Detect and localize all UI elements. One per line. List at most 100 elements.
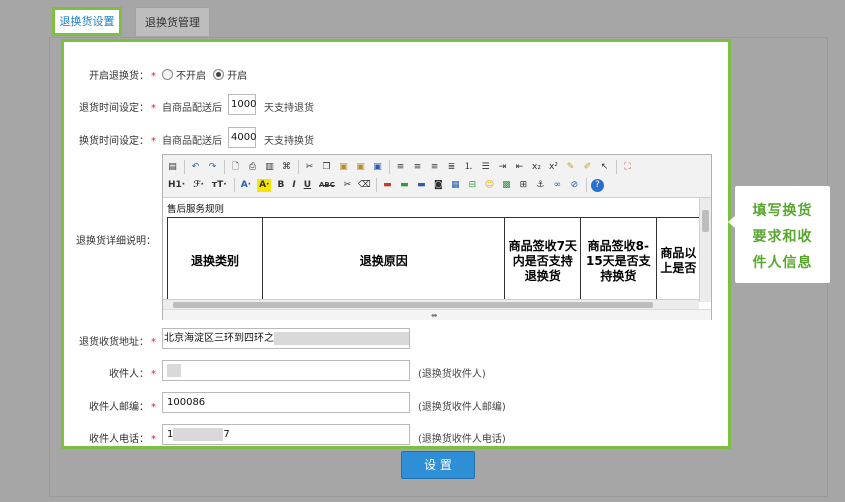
indent-icon[interactable]: ⇥ — [496, 161, 509, 174]
radio-disable[interactable] — [162, 69, 173, 80]
zipcode-hint: (退换货收件人邮编) — [418, 402, 506, 413]
enable-label-text: 开启退换货： — [89, 71, 149, 82]
template-icon[interactable]: ▥ — [263, 161, 276, 174]
font-size-dropdown[interactable]: тT· — [210, 179, 229, 192]
return-days-prefix: 自商品配送后 — [162, 103, 222, 114]
unlink-icon[interactable]: ⊘ — [568, 179, 581, 192]
align-center-icon[interactable]: ≡ — [411, 161, 424, 174]
bold-button[interactable]: B — [275, 179, 286, 192]
strikethrough-button[interactable]: ABC — [317, 179, 337, 192]
cursor-icon[interactable]: ↖ — [598, 161, 611, 174]
resize-grip-icon[interactable]: ⬌ — [431, 311, 438, 320]
help-icon[interactable]: ? — [590, 178, 604, 192]
toolbar-row-2: H1· ℱ· тT· A· A· B I U ABC ✂ ⌫ ▬ ▬ ▬ ◙ ▦… — [166, 176, 608, 194]
required-mark: * — [151, 103, 156, 114]
hr-icon[interactable]: ⊟ — [466, 179, 479, 192]
toolbar-separator — [298, 160, 299, 174]
preview-icon[interactable]: 🗋 — [229, 161, 242, 174]
paste-text-icon[interactable]: ▣ — [354, 161, 367, 174]
media-icon[interactable]: ◙ — [432, 179, 445, 192]
table-icon[interactable]: ▦ — [449, 179, 462, 192]
undo-icon[interactable]: ↶ — [189, 161, 202, 174]
source-icon[interactable]: ▤ — [166, 161, 179, 174]
align-justify-icon[interactable]: ≣ — [445, 161, 458, 174]
paste-icon[interactable]: ▣ — [337, 161, 350, 174]
zipcode-input[interactable]: 100086 — [162, 392, 410, 413]
editor-content[interactable]: 售后服务规则 退换类别 退换原因 商品签收7天内是否支持退换货 商品签收8-15… — [167, 199, 701, 299]
enable-label: 开启退换货： * — [64, 67, 156, 82]
exchange-days-input[interactable]: 4000 — [228, 127, 256, 148]
callout-line: 件人信息 — [752, 255, 813, 271]
clear-format-icon[interactable]: ✎ — [564, 161, 577, 174]
image-icon[interactable]: ▬ — [381, 179, 394, 192]
copy-icon[interactable]: ❐ — [320, 161, 333, 174]
anchor-icon[interactable]: ⚓ — [534, 179, 547, 192]
paste-word-icon[interactable]: ▣ — [371, 161, 384, 174]
redo-icon[interactable]: ↷ — [206, 161, 219, 174]
editor-vertical-scrollbar[interactable] — [699, 198, 711, 302]
ordered-list-icon[interactable]: ⒈ — [462, 161, 475, 174]
heading-dropdown[interactable]: H1· — [166, 179, 187, 192]
fullscreen-icon[interactable]: ⛶ — [621, 161, 634, 174]
zipcode-label-text: 收件人邮编： — [89, 402, 149, 413]
flash-icon[interactable]: ▬ — [415, 179, 428, 192]
align-right-icon[interactable]: ≡ — [428, 161, 441, 174]
print-icon[interactable]: ⎙ — [246, 161, 259, 174]
select-all-icon[interactable]: ✐ — [581, 161, 594, 174]
required-mark: * — [151, 337, 156, 348]
exchange-days-label: 换货时间设定： * — [64, 132, 156, 147]
italic-button[interactable]: I — [290, 179, 297, 192]
exchange-days-suffix: 天支持换货 — [264, 136, 314, 147]
editor-resize-handle[interactable]: ⬌ — [163, 309, 711, 320]
pagebreak-icon[interactable]: ⊞ — [517, 179, 530, 192]
align-left-icon[interactable]: ≡ — [394, 161, 407, 174]
scroll-thumb[interactable] — [702, 210, 709, 232]
rules-header-category: 退换类别 — [167, 217, 264, 299]
return-days-label-text: 退货时间设定： — [79, 103, 149, 114]
phone-hint: (退换货收件人电话) — [418, 434, 506, 445]
link-icon[interactable]: ∞ — [551, 179, 564, 192]
address-input[interactable]: 北京海淀区三环到四环之 1 — [162, 328, 410, 349]
receiver-label: 收件人： * — [64, 365, 156, 380]
editor-toolbar: ▤ ↶ ↷ 🗋 ⎙ ▥ ⌘ ✂ ❐ ▣ ▣ ▣ ≡ ≡ ≡ ≣ ⒈ ☰ ⇥ ⇤ … — [163, 155, 711, 198]
toolbar-separator — [375, 178, 377, 192]
tab-return-management[interactable]: 退换货管理 — [135, 7, 210, 36]
emoticon-icon[interactable]: ☺ — [483, 179, 496, 192]
rich-text-editor[interactable]: ▤ ↶ ↷ 🗋 ⎙ ▥ ⌘ ✂ ❐ ▣ ▣ ▣ ≡ ≡ ≡ ≣ ⒈ ☰ ⇥ ⇤ … — [162, 154, 712, 320]
zipcode-label: 收件人邮编： * — [64, 398, 156, 413]
font-family-dropdown[interactable]: ℱ· — [191, 179, 206, 192]
enable-radio-group: 不开启 开启 — [162, 67, 247, 82]
eraser-icon[interactable]: ⌫ — [358, 179, 371, 192]
tab-return-settings[interactable]: 退换货设置 — [52, 7, 122, 36]
radio-enable-label[interactable]: 开启 — [227, 71, 247, 82]
format-painter-icon[interactable]: ✂ — [341, 179, 354, 192]
code-icon[interactable]: ⌘ — [280, 161, 293, 174]
phone-input[interactable]: 17 — [162, 424, 410, 445]
toolbar-separator — [224, 160, 225, 174]
instruction-callout: 填写换货 要求和收 件人信息 — [728, 186, 830, 283]
superscript-icon[interactable]: x² — [547, 161, 560, 174]
unordered-list-icon[interactable]: ☰ — [479, 161, 492, 174]
underline-button[interactable]: U — [302, 179, 313, 192]
rules-header-8to15days: 商品签收8-15天是否支持换货 — [580, 217, 657, 299]
return-days-input[interactable]: 1000 — [228, 94, 256, 115]
outdent-icon[interactable]: ⇤ — [513, 161, 526, 174]
subscript-icon[interactable]: x₂ — [530, 161, 543, 174]
receiver-input[interactable] — [162, 360, 410, 381]
radio-disable-label[interactable]: 不开启 — [176, 71, 206, 82]
highlight-color-button[interactable]: A· — [257, 178, 272, 192]
multi-image-icon[interactable]: ▬ — [398, 179, 411, 192]
font-color-button[interactable]: A· — [239, 179, 253, 192]
address-value-prefix: 北京海淀区三环到四环之 — [164, 333, 274, 344]
map-icon[interactable]: ▩ — [500, 179, 513, 192]
redacted-block — [274, 331, 409, 345]
toolbar-separator — [389, 160, 390, 174]
scroll-thumb[interactable] — [173, 302, 653, 308]
required-mark: * — [151, 136, 156, 147]
cut-icon[interactable]: ✂ — [303, 161, 316, 174]
submit-button[interactable]: 设 置 — [401, 451, 475, 479]
radio-enable[interactable] — [213, 69, 225, 80]
toolbar-row-1: ▤ ↶ ↷ 🗋 ⎙ ▥ ⌘ ✂ ❐ ▣ ▣ ▣ ≡ ≡ ≡ ≣ ⒈ ☰ ⇥ ⇤ … — [166, 158, 638, 176]
return-days-label: 退货时间设定： * — [64, 99, 156, 114]
address-label: 退货收货地址： * — [64, 333, 156, 348]
